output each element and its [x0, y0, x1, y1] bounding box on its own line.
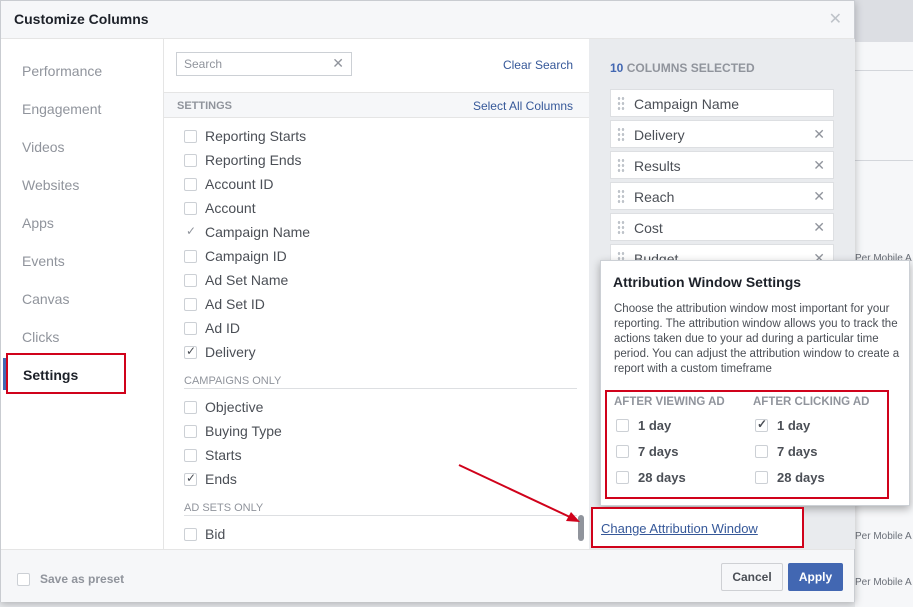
search-input[interactable] — [177, 53, 327, 75]
selected-column-chip[interactable]: Cost ✕ — [610, 213, 834, 241]
nav-item-canvas[interactable]: Canvas — [22, 291, 69, 307]
selected-count: 10 COLUMNS SELECTED — [610, 61, 755, 75]
nav-item-websites[interactable]: Websites — [22, 177, 79, 193]
column-option-campaign-name[interactable]: Campaign Name — [184, 222, 310, 242]
selected-column-chip[interactable]: Campaign Name — [610, 89, 834, 117]
background-divider — [855, 160, 913, 161]
column-option-bid[interactable]: Bid — [184, 524, 225, 544]
column-option-buying-type[interactable]: Buying Type — [184, 421, 282, 441]
column-option-delivery[interactable]: Delivery — [184, 342, 256, 362]
section-label: SETTINGS — [177, 100, 233, 112]
checkbox[interactable] — [184, 273, 197, 287]
column-option-objective[interactable]: Objective — [184, 397, 263, 417]
checkbox[interactable] — [184, 249, 197, 263]
nav-item-settings[interactable]: Settings — [3, 353, 126, 394]
column-option-reporting-starts[interactable]: Reporting Starts — [184, 126, 306, 146]
checkbox-checked[interactable] — [184, 344, 197, 359]
checkbox[interactable] — [616, 445, 629, 458]
click-28-days-option[interactable]: 28 days — [755, 470, 825, 485]
view-28-days-option[interactable]: 28 days — [616, 470, 686, 485]
remove-icon[interactable]: ✕ — [813, 126, 825, 143]
dialog-title: Customize Columns — [14, 11, 149, 27]
checkbox[interactable] — [184, 153, 197, 167]
clear-input-icon[interactable]: ✕ — [332, 55, 344, 72]
column-option-campaign-id[interactable]: Campaign ID — [184, 246, 287, 266]
checkbox[interactable] — [616, 471, 629, 484]
attribution-window-popover: Attribution Window Settings Choose the a… — [600, 260, 910, 506]
background-header — [855, 0, 913, 42]
checkbox[interactable] — [755, 445, 768, 458]
drag-handle-icon[interactable] — [617, 96, 625, 110]
column-options-list: ✕ Clear Search SETTINGS Select All Colum… — [164, 39, 589, 549]
drag-handle-icon[interactable] — [617, 189, 625, 203]
selected-column-chip[interactable]: Reach ✕ — [610, 182, 834, 210]
change-attribution-highlight: Change Attribution Window — [591, 507, 804, 548]
checkbox[interactable] — [616, 419, 629, 432]
checkbox[interactable] — [184, 129, 197, 143]
save-as-preset-checkbox[interactable]: Save as preset — [17, 572, 124, 586]
remove-icon[interactable]: ✕ — [813, 157, 825, 174]
cancel-button[interactable]: Cancel — [721, 563, 783, 591]
nav-item-videos[interactable]: Videos — [22, 139, 65, 155]
view-1-day-option[interactable]: 1 day — [616, 418, 671, 433]
change-attribution-window-link[interactable]: Change Attribution Window — [601, 521, 758, 536]
remove-icon[interactable]: ✕ — [813, 219, 825, 236]
scrollbar-thumb[interactable] — [578, 515, 584, 541]
column-option-reporting-ends[interactable]: Reporting Ends — [184, 150, 302, 170]
checkbox[interactable] — [184, 448, 197, 462]
category-nav: Performance Engagement Videos Websites A… — [1, 39, 164, 549]
close-icon[interactable]: ✕ — [829, 9, 842, 29]
column-option-ad-set-name[interactable]: Ad Set Name — [184, 270, 288, 290]
select-all-columns-link[interactable]: Select All Columns — [473, 99, 573, 113]
column-option-starts[interactable]: Starts — [184, 445, 242, 465]
after-viewing-header: AFTER VIEWING AD — [614, 396, 725, 408]
column-option-ends[interactable]: Ends — [184, 469, 237, 489]
nav-item-apps[interactable]: Apps — [22, 215, 54, 231]
checkbox-checked[interactable] — [184, 471, 197, 486]
popover-title: Attribution Window Settings — [613, 274, 802, 290]
checkbox-locked — [184, 224, 197, 239]
checkbox[interactable] — [184, 321, 197, 335]
column-option-account-id[interactable]: Account ID — [184, 174, 273, 194]
drag-handle-icon[interactable] — [617, 127, 625, 141]
dialog-header: Customize Columns ✕ — [1, 1, 854, 39]
ad-sets-only-header: AD SETS ONLY — [184, 502, 577, 516]
column-option-ad-id[interactable]: Ad ID — [184, 318, 240, 338]
dialog-footer: Save as preset Cancel Apply — [1, 549, 854, 602]
view-7-days-option[interactable]: 7 days — [616, 444, 678, 459]
checkbox[interactable] — [755, 471, 768, 484]
checkbox-checked[interactable] — [755, 417, 768, 432]
apply-button[interactable]: Apply — [788, 563, 843, 591]
popover-description: Choose the attribution window most impor… — [614, 303, 900, 375]
nav-item-clicks[interactable]: Clicks — [22, 329, 59, 345]
click-7-days-option[interactable]: 7 days — [755, 444, 817, 459]
background-row-text: Per Mobile A — [855, 577, 912, 588]
column-option-account[interactable]: Account — [184, 198, 256, 218]
drag-handle-icon[interactable] — [617, 220, 625, 234]
column-option-ad-set-id[interactable]: Ad Set ID — [184, 294, 265, 314]
selected-column-chip[interactable]: Results ✕ — [610, 151, 834, 179]
nav-item-events[interactable]: Events — [22, 253, 65, 269]
nav-item-engagement[interactable]: Engagement — [22, 101, 101, 117]
selected-column-chip[interactable]: Delivery ✕ — [610, 120, 834, 148]
remove-icon[interactable]: ✕ — [813, 188, 825, 205]
attribution-options-box: AFTER VIEWING AD AFTER CLICKING AD 1 day… — [605, 390, 889, 499]
checkbox[interactable] — [184, 400, 197, 414]
background-row-text: Per Mobile A — [855, 531, 912, 542]
checkbox[interactable] — [184, 297, 197, 311]
settings-section-header: SETTINGS Select All Columns — [164, 92, 589, 118]
click-1-day-option[interactable]: 1 day — [755, 417, 810, 433]
drag-handle-icon[interactable] — [617, 158, 625, 172]
clear-search-link[interactable]: Clear Search — [503, 58, 573, 72]
checkbox[interactable] — [184, 177, 197, 191]
search-box: ✕ — [176, 52, 352, 76]
checkbox[interactable] — [184, 527, 197, 541]
checkbox[interactable] — [17, 572, 30, 586]
campaigns-only-header: CAMPAIGNS ONLY — [184, 375, 577, 389]
after-clicking-header: AFTER CLICKING AD — [753, 396, 870, 408]
checkbox[interactable] — [184, 201, 197, 215]
checkbox[interactable] — [184, 424, 197, 438]
nav-item-performance[interactable]: Performance — [22, 63, 102, 79]
background-divider — [855, 70, 913, 71]
